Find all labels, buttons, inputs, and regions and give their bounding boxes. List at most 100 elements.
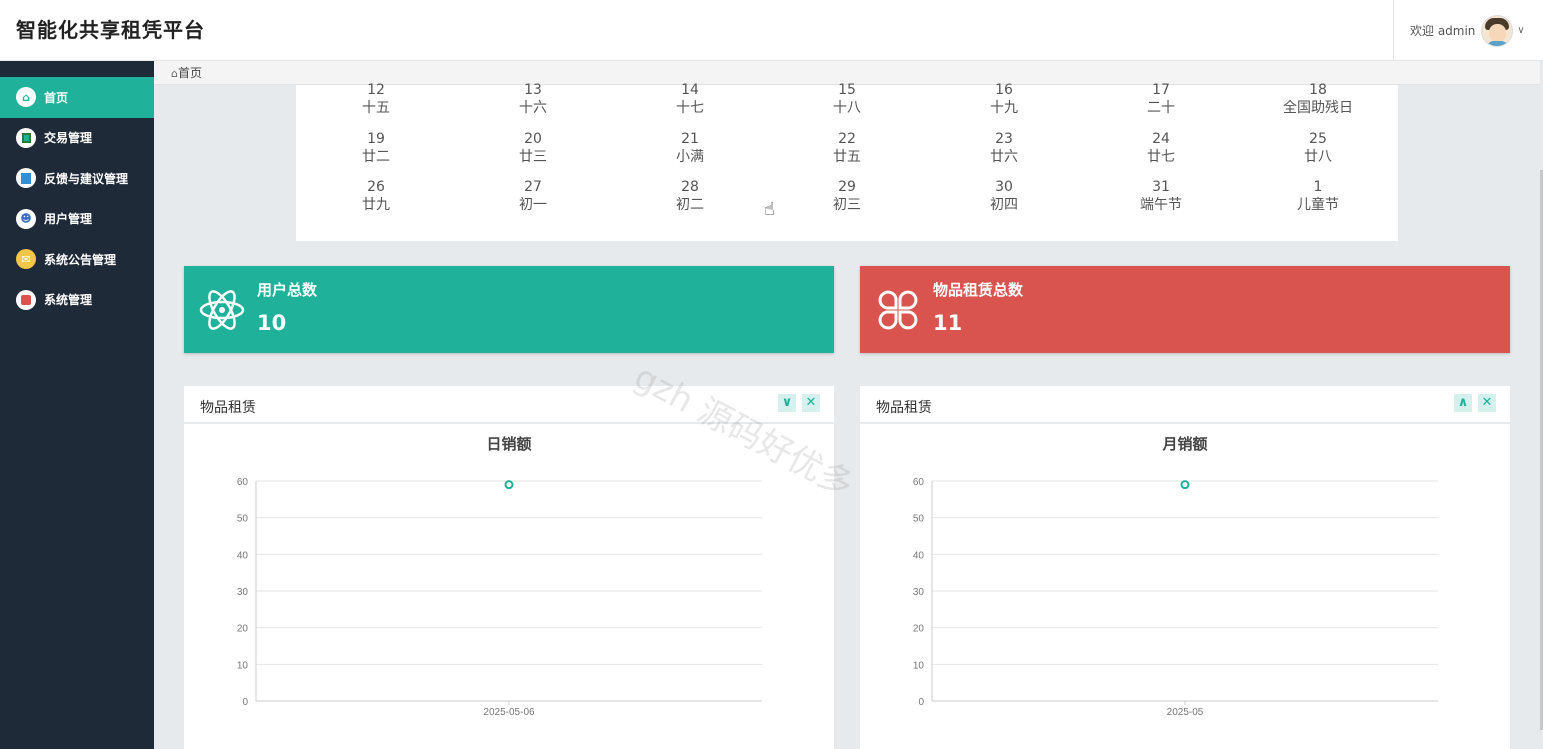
daily-sales-chart: 日销额 0 10 20 30 40 50 60 2025-05-06: [237, 435, 762, 718]
calendar-lunar-label: 十七: [676, 100, 704, 116]
clover-icon: [878, 290, 918, 330]
calendar-day[interactable]: 20 廿三: [473, 130, 593, 166]
calendar-day[interactable]: 29 初三: [787, 178, 907, 214]
calendar-day[interactable]: 17 二十: [1101, 81, 1221, 117]
calendar-day[interactable]: 23 廿六: [944, 130, 1064, 166]
calendar-day[interactable]: 27 初一: [473, 178, 593, 214]
calendar-day-number: 1: [1313, 179, 1323, 195]
calendar-day[interactable]: 28 初二: [630, 178, 750, 214]
calendar-day[interactable]: 19 廿二: [316, 130, 436, 166]
atom-icon: [199, 290, 245, 330]
data-point: [504, 480, 514, 490]
y-tick-label: 40: [913, 550, 925, 561]
calendar-lunar-label: 初三: [833, 197, 861, 213]
daily-sales-panel: 物品租赁 ∨ ✕ 日销额 0 10 20 30 40 50 60 2025-05-06: [184, 386, 834, 749]
expand-icon[interactable]: ∧: [1454, 394, 1472, 412]
top-bar: 智能化共享租凭平台 欢迎 admin ∨: [0, 0, 1543, 61]
calendar-day-number: 28: [681, 179, 699, 195]
calendar-day[interactable]: 30 初四: [944, 178, 1064, 214]
rental-count-title: 物品租赁总数: [933, 281, 1024, 299]
calendar-lunar-label: 初二: [676, 197, 704, 213]
sidebar-item-label: 系统管理: [44, 293, 93, 308]
y-tick-label: 40: [237, 550, 249, 561]
user-icon: ☻: [16, 208, 36, 229]
y-tick-label: 0: [918, 697, 924, 708]
calendar-day[interactable]: 25 廿八: [1258, 130, 1378, 166]
calendar-lunar-label: 十五: [362, 100, 390, 116]
calendar-day[interactable]: 14 十七: [630, 81, 750, 117]
calendar-day[interactable]: 31 端午节: [1101, 178, 1221, 214]
calendar-day[interactable]: 24 廿七: [1101, 130, 1221, 166]
calendar-lunar-label: 廿二: [362, 149, 390, 165]
sidebar-item-transactions[interactable]: 交易管理: [0, 118, 154, 159]
x-tick-label: 2025-05: [1167, 707, 1204, 718]
calendar-lunar-label: 初一: [519, 197, 547, 213]
calendar-day-number: 13: [524, 82, 542, 98]
close-icon[interactable]: ✕: [1478, 394, 1496, 412]
calendar-lunar-label: 小满: [676, 149, 704, 165]
user-count-value: 10: [257, 311, 287, 335]
mail-icon: ✉: [16, 249, 36, 270]
calendar-day-number: 31: [1152, 179, 1170, 195]
sidebar-item-system[interactable]: 系统管理: [0, 280, 154, 321]
breadcrumb-home[interactable]: 首页: [178, 66, 202, 80]
app-title: 智能化共享租凭平台: [16, 18, 205, 42]
sidebar: ⌂ 首页 交易管理 反馈与建议管理 ☻ 用户管理 ✉ 系统公告管理 系统管理: [0, 61, 154, 749]
welcome-text: 欢迎 admin: [1410, 24, 1476, 38]
calendar-day[interactable]: 21 小满: [630, 130, 750, 166]
calendar-day-number: 21: [681, 131, 699, 147]
calendar-lunar-label: 十六: [519, 100, 547, 116]
panel-title: 物品租赁: [876, 400, 932, 416]
sidebar-item-label: 反馈与建议管理: [44, 171, 129, 186]
user-count-title: 用户总数: [257, 281, 318, 299]
document-icon: [16, 168, 36, 189]
y-tick-label: 10: [237, 660, 249, 671]
calendar-lunar-label: 廿三: [519, 149, 547, 165]
calendar-day-number: 27: [524, 179, 542, 195]
calendar-day[interactable]: 16 十九: [944, 81, 1064, 117]
calendar-day-number: 18: [1309, 82, 1327, 98]
calendar-day[interactable]: 18 全国助残日: [1258, 81, 1378, 117]
monthly-sales-panel: 物品租赁 ∧ ✕ 月销额 0 10 20 30 40 50 60 2025-05: [860, 386, 1510, 749]
sidebar-item-feedback[interactable]: 反馈与建议管理: [0, 158, 154, 199]
y-tick-label: 50: [237, 514, 249, 525]
book-icon: [16, 127, 36, 148]
avatar[interactable]: [1481, 14, 1514, 47]
pointer-cursor-icon: ☝: [764, 199, 775, 220]
home-icon[interactable]: ⌂: [171, 67, 178, 80]
calendar-day[interactable]: 12 十五: [316, 81, 436, 117]
y-tick-label: 10: [913, 660, 925, 671]
y-tick-label: 30: [913, 587, 925, 598]
calendar-day-number: 23: [995, 131, 1013, 147]
calendar-day[interactable]: 22 廿五: [787, 130, 907, 166]
chevron-down-icon[interactable]: ∨: [1517, 25, 1524, 36]
panel-header: 物品租赁 ∨ ✕: [184, 386, 834, 424]
calendar-day-number: 14: [681, 82, 699, 98]
calendar-day-number: 24: [1152, 131, 1170, 147]
user-menu[interactable]: 欢迎 admin ∨: [1393, 0, 1543, 61]
sidebar-item-users[interactable]: ☻ 用户管理: [0, 199, 154, 240]
calendar-lunar-label: 廿六: [990, 149, 1018, 165]
sidebar-item-announcements[interactable]: ✉ 系统公告管理: [0, 239, 154, 280]
calendar-day[interactable]: 1 儿童节: [1258, 178, 1378, 214]
sidebar-item-home[interactable]: ⌂ 首页: [0, 77, 154, 118]
calendar-day-number: 20: [524, 131, 542, 147]
collapse-icon[interactable]: ∨: [778, 394, 796, 412]
y-tick-label: 50: [913, 514, 925, 525]
calendar-day-number: 15: [838, 82, 856, 98]
calendar-lunar-label: 廿五: [833, 149, 861, 165]
y-tick-label: 30: [237, 587, 249, 598]
folder-icon: [16, 289, 36, 310]
sidebar-item-label: 交易管理: [44, 131, 93, 146]
calendar-day[interactable]: 13 十六: [473, 81, 593, 117]
calendar-lunar-label: 端午节: [1140, 197, 1182, 213]
y-tick-label: 0: [242, 697, 248, 708]
calendar-lunar-label: 廿八: [1304, 149, 1332, 165]
close-icon[interactable]: ✕: [802, 394, 820, 412]
calendar-lunar-label: 十九: [990, 100, 1018, 116]
x-tick-label: 2025-05-06: [483, 707, 535, 718]
calendar-day[interactable]: 15 十八: [787, 81, 907, 117]
calendar-day[interactable]: 26 廿九: [316, 178, 436, 214]
chart-title: 日销额: [486, 435, 531, 453]
y-tick-label: 60: [237, 477, 249, 488]
